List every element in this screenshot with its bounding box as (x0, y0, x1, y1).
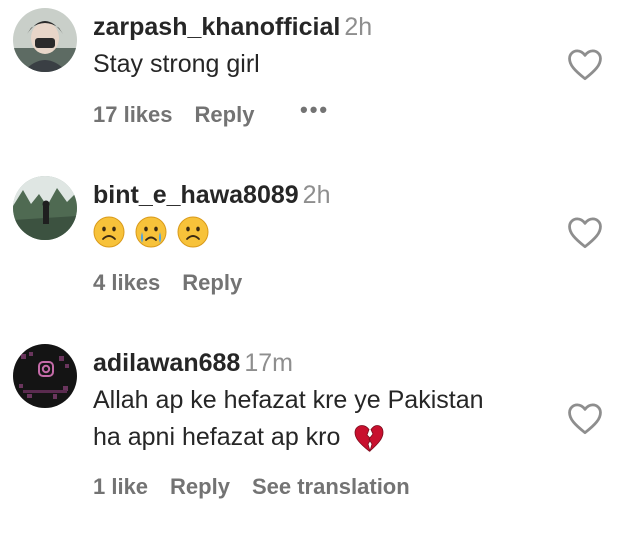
heart-outline-icon[interactable] (566, 401, 604, 435)
comment-header: zarpash_khanofficial 2h (93, 12, 372, 42)
timestamp: 2h (302, 181, 331, 209)
likes-count[interactable]: 1 like (93, 474, 148, 499)
username[interactable]: bint_e_hawa8089 (93, 181, 299, 209)
comment-actions: 1 like Reply See translation (93, 473, 432, 501)
comment-text: ha apni hefazat ap kro (93, 423, 341, 451)
timestamp: 17m (244, 349, 293, 377)
broken-heart-emoji (354, 425, 384, 453)
avatar[interactable] (13, 344, 77, 408)
comment-text (93, 214, 219, 249)
avatar[interactable] (13, 8, 77, 72)
comment-header: bint_e_hawa8089 2h (93, 180, 330, 210)
username[interactable]: adilawan688 (93, 349, 240, 377)
likes-count[interactable]: 17 likes (93, 102, 173, 127)
sad-face-emoji (177, 216, 209, 248)
likes-count[interactable]: 4 likes (93, 270, 160, 295)
avatar[interactable] (13, 176, 77, 240)
reply-button[interactable]: Reply (170, 474, 230, 499)
comment-actions: 4 likes Reply (93, 269, 264, 297)
crying-face-emoji (135, 216, 167, 248)
comment-text-line-1: Allah ap ke hefazat kre ye Pakistan (93, 386, 484, 414)
comment-actions: 17 likes Reply (93, 101, 276, 129)
more-options-icon[interactable]: ••• (300, 96, 329, 124)
comment-header: adilawan688 17m (93, 348, 293, 378)
sad-face-emoji (93, 216, 125, 248)
reply-button[interactable]: Reply (195, 102, 255, 127)
see-translation-button[interactable]: See translation (252, 474, 410, 499)
comment-text: Stay strong girl (93, 50, 260, 78)
reply-button[interactable]: Reply (182, 270, 242, 295)
heart-outline-icon[interactable] (566, 215, 604, 249)
timestamp: 2h (344, 13, 373, 41)
heart-outline-icon[interactable] (566, 47, 604, 81)
username[interactable]: zarpash_khanofficial (93, 13, 340, 41)
comment-text-line-2: ha apni hefazat ap kro (93, 420, 395, 455)
